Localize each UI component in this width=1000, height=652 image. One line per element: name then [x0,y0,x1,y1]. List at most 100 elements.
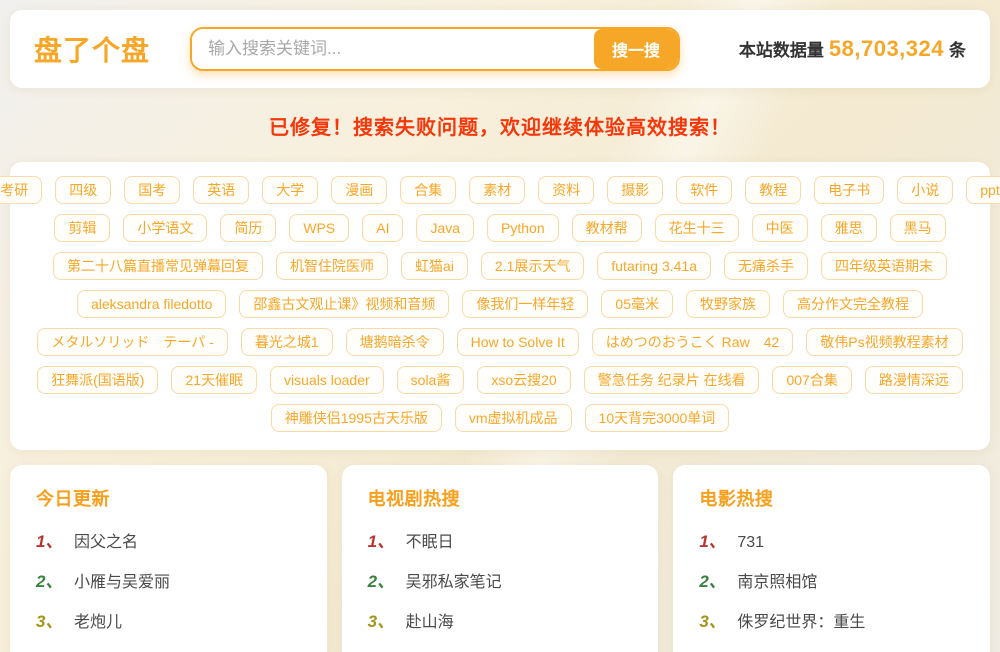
tag[interactable]: 21天催眠 [171,366,257,394]
list-item-link[interactable]: 因父之名 [74,534,138,552]
tag[interactable]: Python [487,214,559,242]
rank-number: 2、 [36,573,74,591]
stats-prefix: 本站数据量 [739,36,824,61]
tag[interactable]: 敬伟Ps视频教程素材 [806,328,962,356]
tag[interactable]: aleksandra filedotto [77,290,226,318]
tag[interactable]: 国考 [124,176,180,204]
rank-number: 2、 [699,573,737,591]
stats-count: 58,703,324 [829,36,944,62]
list-item: 1、不眠日 [368,533,633,552]
site-logo[interactable]: 盘了个盘 [34,29,150,69]
tag[interactable]: visuals loader [270,366,384,394]
list-item-link[interactable]: 吴邪私家笔记 [406,574,502,592]
list-item: 3、赴山海 [368,613,633,632]
search-input[interactable] [192,29,594,69]
tag[interactable]: 花生十三 [655,214,739,242]
tag[interactable]: 剪辑 [54,214,110,242]
tag-row: 神雕侠侣1995古天乐版 vm虚拟机成品 10天背完3000单词 [26,404,974,432]
list-item-link[interactable]: 731 [737,534,764,552]
tag[interactable]: 像我们一样年轻 [462,290,588,318]
tag[interactable]: 简历 [220,214,276,242]
tag[interactable]: 考研 [0,176,42,204]
tag[interactable]: 邵鑫古文观止课》视频和音频 [239,290,449,318]
tag[interactable]: はめつのおうこく Raw 42 [592,328,793,356]
tag[interactable]: 软件 [676,176,732,204]
tag[interactable]: 无痛杀手 [724,252,808,280]
tag[interactable]: 小说 [897,176,953,204]
tag[interactable]: 四级 [55,176,111,204]
tag[interactable]: メタルソリッド テーパ - [37,328,227,356]
list-item-link[interactable]: 侏罗纪世界：重生 [737,614,865,632]
list-item: 1、因父之名 [36,533,301,552]
tag[interactable]: 007合集 [772,366,851,394]
tag[interactable]: vm虚拟机成品 [455,404,572,432]
list-item: 3、侏罗纪世界：重生 [699,613,964,632]
rank-number: 3、 [699,613,737,631]
tag[interactable]: 路漫情深远 [865,366,963,394]
tag[interactable]: WPS [289,214,349,242]
tag[interactable]: 摄影 [607,176,663,204]
list-item-link[interactable]: 老炮儿 [74,614,122,632]
panel-list: 1、7312、南京照相馆3、侏罗纪世界：重生4、捕风追影 [699,533,964,652]
tag[interactable]: 神雕侠侣1995古天乐版 [271,404,442,432]
tag[interactable]: 教程 [745,176,801,204]
list-item: 2、吴邪私家笔记 [368,573,633,592]
tag[interactable]: AI [362,214,403,242]
tag[interactable]: 机智住院医师 [276,252,388,280]
panel-title: 电影热搜 [699,485,964,511]
panel-title: 今日更新 [36,485,301,511]
tag[interactable]: 中医 [752,214,808,242]
tag[interactable]: 10天背完3000单词 [585,404,730,432]
tag[interactable]: 素材 [469,176,525,204]
panel-tv-hot-search: 电视剧热搜 1、不眠日2、吴邪私家笔记3、赴山海4、欢乐家长群2 [342,465,659,652]
tag[interactable]: 大学 [262,176,318,204]
tag-row: 考研四级国考英语大学漫画合集素材资料摄影软件教程电子书小说ppt [26,176,974,204]
list-item: 2、南京照相馆 [699,573,964,592]
tag[interactable]: 黑马 [890,214,946,242]
tag[interactable]: 电子书 [814,176,884,204]
list-item-link[interactable]: 南京照相馆 [737,574,817,592]
tag[interactable]: 第二十八篇直播常见弹幕回复 [53,252,263,280]
tag[interactable]: 英语 [193,176,249,204]
tag[interactable]: 四年级英语期末 [821,252,947,280]
list-item-link[interactable]: 不眠日 [406,534,454,552]
tag-row: 剪辑小学语文简历 WPS AI Java Python 教材帮花生十三中医雅思黑马 [26,214,974,242]
stats-suffix: 条 [949,36,966,61]
tag[interactable]: 牧野家族 [686,290,770,318]
panel-today-updates: 今日更新 1、因父之名2、小雁与吴爱丽3、老炮儿4、僵尸先生 [10,465,327,652]
tag[interactable]: 小学语文 [123,214,207,242]
panel-movie-hot-search: 电影热搜 1、7312、南京照相馆3、侏罗纪世界：重生4、捕风追影 [673,465,990,652]
tag[interactable]: Java [416,214,474,242]
tag[interactable]: 雅思 [821,214,877,242]
rank-number: 3、 [368,613,406,631]
panel-list: 1、不眠日2、吴邪私家笔记3、赴山海4、欢乐家长群2 [368,533,633,652]
tag[interactable]: 漫画 [331,176,387,204]
tag[interactable]: 狂舞派(国语版) [37,366,158,394]
tag[interactable]: 高分作文完全教程 [783,290,923,318]
tag[interactable]: 塘鹅暗杀令 [346,328,444,356]
list-item-link[interactable]: 小雁与吴爱丽 [74,574,170,592]
tag[interactable]: 教材帮 [572,214,642,242]
tag[interactable]: xso云搜20 [477,366,570,394]
list-item: 2、小雁与吴爱丽 [36,573,301,592]
notice-banner: 已修复！搜索失败问题，欢迎继续体验高效搜索！ [0,88,1000,162]
tag[interactable]: 05毫米 [601,290,673,318]
tag[interactable]: sola酱 [397,366,465,394]
list-item: 3、老炮儿 [36,613,301,632]
tag[interactable]: 2.1展示天气 [481,252,584,280]
rank-number: 1、 [36,533,74,551]
list-item-link[interactable]: 赴山海 [406,614,454,632]
tag[interactable]: 暮光之城1 [241,328,333,356]
tag[interactable]: 警急任务 纪录片 在线看 [584,366,760,394]
tag[interactable]: 虹猫ai [401,252,468,280]
tag[interactable]: 资料 [538,176,594,204]
tag[interactable]: How to Solve It [457,328,579,356]
search-button[interactable]: 搜一搜 [594,29,678,69]
tag[interactable]: ppt [966,176,1000,204]
hot-panels: 今日更新 1、因父之名2、小雁与吴爱丽3、老炮儿4、僵尸先生 电视剧热搜 1、不… [10,465,990,652]
rank-number: 1、 [699,533,737,551]
tag[interactable]: 合集 [400,176,456,204]
list-item: 1、731 [699,533,964,552]
tag-row: aleksandra filedotto 邵鑫古文观止课》视频和音频像我们一样年轻… [26,290,974,318]
tag[interactable]: futaring 3.41a [597,252,711,280]
